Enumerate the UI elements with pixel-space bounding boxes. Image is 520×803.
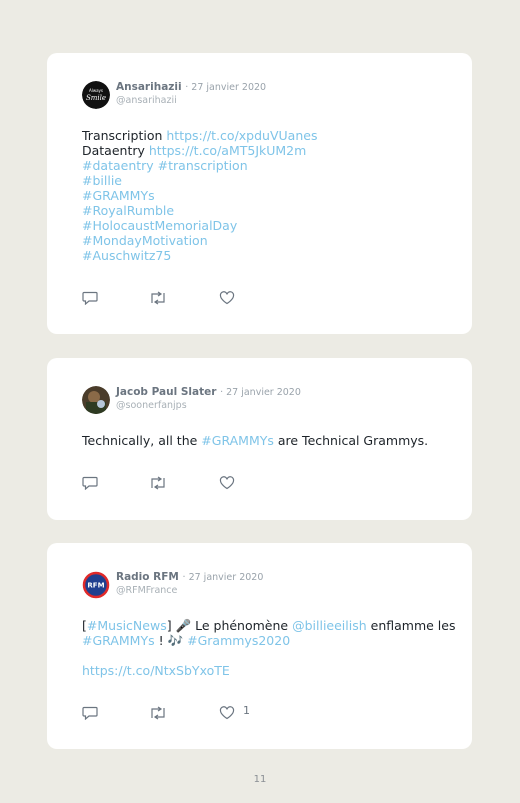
retweet-icon (151, 706, 165, 720)
tweet-line: #GRAMMYs (82, 188, 452, 203)
hashtag-link[interactable]: #Auschwitz75 (82, 248, 171, 263)
tweet-date: · 27 janvier 2020 (182, 572, 264, 583)
reply-button[interactable] (82, 476, 98, 490)
reply-icon (82, 291, 98, 305)
tweet-text-segment: are Technical Grammys. (273, 433, 429, 448)
tweet-date: · 27 janvier 2020 (185, 82, 267, 93)
hashtag-link[interactable]: #GRAMMYs (82, 633, 155, 648)
tweet-line: #HolocaustMemorialDay (82, 218, 452, 233)
tweet-text-segment: Transcription (82, 128, 167, 143)
tweet-text-segment: ] 🎤 Le phénomène (166, 618, 293, 633)
like-icon (219, 291, 235, 305)
url-link[interactable]: https://t.co/aMT5JkUM2m (149, 143, 306, 158)
tweet-line: Transcription https://t.co/xpduVUanes (82, 128, 452, 143)
tweet-card: RFM Radio RFM · 27 janvier 2020 @RFMFran… (47, 543, 472, 749)
retweet-button[interactable] (149, 476, 167, 490)
url-link[interactable]: https://t.co/xpduVUanes (166, 128, 317, 143)
avatar[interactable]: Always Smile (82, 81, 110, 109)
tweet-text: Transcription https://t.co/xpduVUanes Dat… (82, 128, 452, 263)
hashtag-link[interactable]: #GRAMMYs (82, 188, 155, 203)
tweet-text-segment: ! 🎶 (154, 633, 188, 648)
svg-text:Smile: Smile (86, 94, 106, 102)
hashtag-link[interactable]: #dataentry #transcription (82, 158, 248, 173)
tweet-line: #RoyalRumble (82, 203, 452, 218)
hashtag-link[interactable]: #GRAMMYs (201, 433, 274, 448)
avatar[interactable] (82, 386, 110, 414)
tweet-line: #GRAMMYs ! 🎶 #Grammys2020 (82, 633, 452, 648)
author-name[interactable]: Radio RFM · 27 janvier 2020 (116, 571, 263, 583)
page-number: 11 (253, 774, 267, 785)
tweet-date: · 27 janvier 2020 (220, 387, 301, 398)
avatar[interactable]: RFM (82, 571, 110, 599)
reply-icon (82, 476, 98, 490)
hashtag-link[interactable]: #HolocaustMemorialDay (82, 218, 237, 233)
tweet-card: Always Smile Ansarihazii · 27 janvier 20… (47, 53, 472, 334)
tweet-line: #Auschwitz75 (82, 248, 452, 263)
hashtag-link[interactable]: #RoyalRumble (82, 203, 174, 218)
tweet-line: #dataentry #transcription (82, 158, 452, 173)
like-button[interactable] (219, 476, 235, 490)
retweet-icon (151, 291, 165, 305)
tweet-line: [#MusicNews] 🎤 Le phénomène @billieeilis… (82, 618, 455, 633)
tweet-text-segment: Dataentry (82, 143, 149, 158)
tweet-line-break (82, 648, 452, 663)
tweet-text-segment: enflamme les (366, 618, 456, 633)
svg-text:RFM: RFM (87, 582, 104, 590)
like-count: 1 (243, 704, 250, 717)
like-icon (219, 476, 235, 490)
tweet-line: Dataentry https://t.co/aMT5JkUM2m (82, 143, 452, 158)
reply-icon (82, 706, 98, 720)
tweet-line: Technically, all the #GRAMMYs are Techni… (82, 433, 452, 448)
mention-link[interactable]: @billieeilish (292, 618, 367, 633)
tweet-line: https://t.co/NtxSbYxoTE (82, 663, 452, 678)
retweet-button[interactable] (149, 291, 167, 305)
tweet-card: Jacob Paul Slater · 27 janvier 2020 @soo… (47, 358, 472, 520)
like-icon (219, 706, 235, 720)
tweet-line: #billie (82, 173, 452, 188)
tweet-text: Technically, all the #GRAMMYs are Techni… (82, 433, 452, 448)
url-link[interactable]: https://t.co/NtxSbYxoTE (82, 663, 230, 678)
tweet-line: #MondayMotivation (82, 233, 452, 248)
author-name[interactable]: Jacob Paul Slater · 27 janvier 2020 (116, 386, 301, 398)
author-name[interactable]: Ansarihazii · 27 janvier 2020 (116, 81, 266, 93)
hashtag-link[interactable]: #Grammys2020 (187, 633, 290, 648)
retweet-icon (151, 476, 165, 490)
tweet-text-segment: Technically, all the (82, 433, 202, 448)
author-handle[interactable]: @ansarihazii (116, 95, 177, 106)
hashtag-link[interactable]: #billie (82, 173, 122, 188)
svg-text:Always: Always (89, 88, 103, 93)
reply-button[interactable] (82, 706, 98, 720)
hashtag-link[interactable]: #MusicNews (87, 618, 167, 633)
author-handle[interactable]: @RFMFrance (116, 585, 177, 596)
retweet-button[interactable] (149, 706, 167, 720)
tweet-text: [#MusicNews] 🎤 Le phénomène @billieeilis… (82, 618, 455, 678)
hashtag-link[interactable]: #MondayMotivation (82, 233, 208, 248)
like-button[interactable] (219, 291, 235, 305)
like-button[interactable]: 1 (219, 704, 250, 720)
reply-button[interactable] (82, 291, 98, 305)
author-handle[interactable]: @soonerfanjps (116, 400, 187, 411)
